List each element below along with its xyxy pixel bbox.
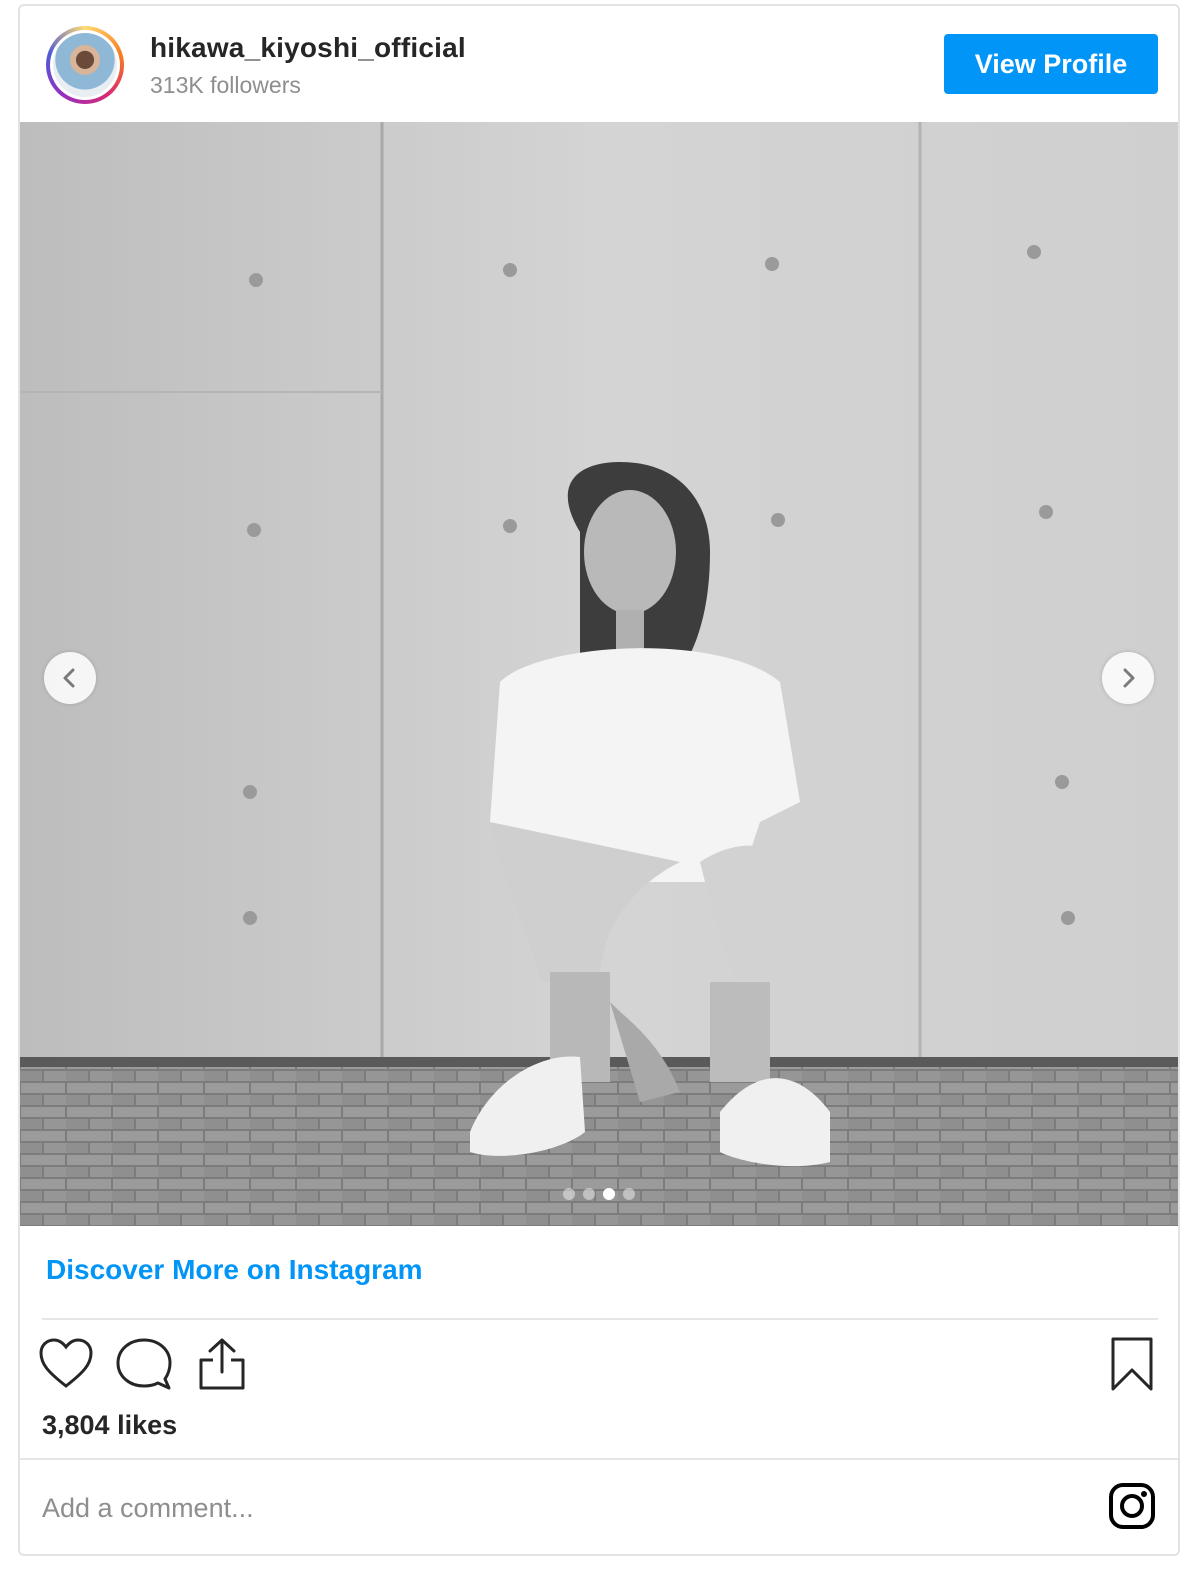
comment-input[interactable] xyxy=(42,1480,942,1536)
follower-count: 313K followers xyxy=(150,72,301,98)
discover-more-link[interactable]: Discover More on Instagram xyxy=(46,1254,423,1286)
share-icon xyxy=(199,1338,245,1390)
photo-image xyxy=(20,122,1178,1226)
divider xyxy=(20,1458,1178,1460)
chevron-left-icon xyxy=(63,668,75,688)
chevron-right-icon xyxy=(1123,668,1135,688)
comment-button[interactable] xyxy=(114,1334,174,1394)
carousel-next-button[interactable] xyxy=(1102,652,1154,704)
bookmark-icon xyxy=(1111,1337,1153,1391)
username[interactable]: hikawa_kiyoshi_official xyxy=(150,32,466,64)
carousel-dot xyxy=(563,1188,575,1200)
instagram-logo-icon xyxy=(1109,1483,1155,1529)
carousel-dot xyxy=(583,1188,595,1200)
carousel-dot xyxy=(603,1188,615,1200)
carousel-prev-button[interactable] xyxy=(44,652,96,704)
carousel-indicator xyxy=(20,1188,1178,1200)
share-button[interactable] xyxy=(192,1334,252,1394)
instagram-logo-button[interactable] xyxy=(1102,1476,1162,1536)
heart-icon xyxy=(39,1338,93,1388)
divider xyxy=(42,1318,1158,1320)
save-button[interactable] xyxy=(1102,1334,1162,1394)
view-profile-button[interactable]: View Profile xyxy=(944,34,1158,94)
instagram-embed-card: hikawa_kiyoshi_official 313K followers V… xyxy=(18,4,1180,1556)
like-count: 3,804 likes xyxy=(42,1410,178,1440)
carousel-dot xyxy=(623,1188,635,1200)
post-photo[interactable] xyxy=(20,122,1178,1226)
comment-bubble-icon xyxy=(116,1338,172,1390)
post-header: hikawa_kiyoshi_official 313K followers V… xyxy=(20,6,1178,122)
avatar[interactable] xyxy=(46,26,124,104)
like-button[interactable] xyxy=(36,1334,96,1394)
avatar-image xyxy=(53,33,117,97)
